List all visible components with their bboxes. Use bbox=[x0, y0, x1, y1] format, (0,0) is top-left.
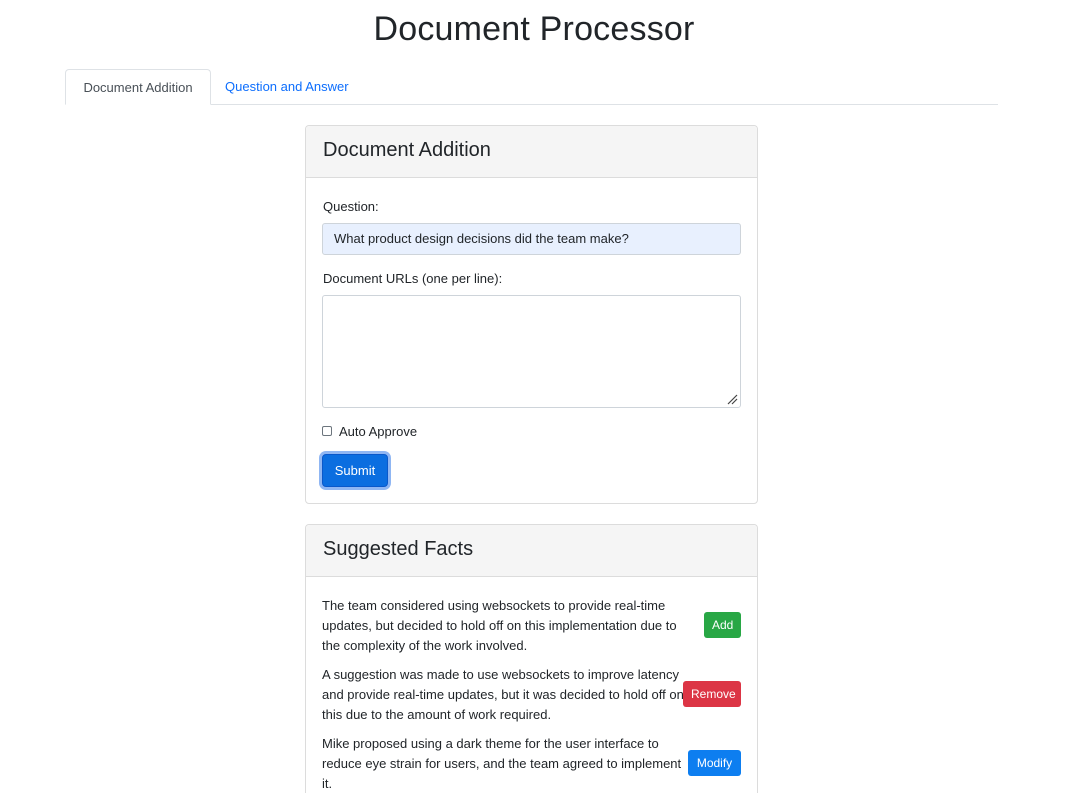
remove-fact-button[interactable]: Remove bbox=[683, 681, 741, 707]
tab-question-and-answer[interactable]: Question and Answer bbox=[225, 69, 349, 104]
fact-text: The team considered using websockets to … bbox=[322, 598, 677, 653]
auto-approve-checkbox[interactable] bbox=[322, 426, 332, 436]
auto-approve-row: Auto Approve bbox=[322, 423, 417, 439]
page: Document Processor Document Addition Que… bbox=[0, 0, 1068, 793]
question-label: Question: bbox=[323, 199, 379, 214]
tab-bar: Document Addition Question and Answer bbox=[65, 69, 998, 105]
auto-approve-label[interactable]: Auto Approve bbox=[339, 424, 417, 439]
suggested-facts-header: Suggested Facts bbox=[306, 525, 757, 577]
tab-document-addition[interactable]: Document Addition bbox=[65, 69, 211, 105]
modify-fact-button[interactable]: Modify bbox=[688, 750, 741, 776]
submit-button[interactable]: Submit bbox=[322, 454, 388, 487]
fact-text: A suggestion was made to use websockets … bbox=[322, 667, 684, 722]
fact-text: Mike proposed using a dark theme for the… bbox=[322, 736, 682, 791]
document-urls-label: Document URLs (one per line): bbox=[323, 271, 503, 286]
page-title: Document Processor bbox=[373, 10, 695, 48]
resize-handle-icon[interactable] bbox=[726, 393, 738, 405]
document-urls-textarea[interactable] bbox=[322, 295, 741, 408]
suggested-facts-card: Suggested Facts The team considered usin… bbox=[305, 524, 758, 793]
document-addition-header: Document Addition bbox=[306, 126, 757, 178]
add-fact-button[interactable]: Add bbox=[704, 612, 741, 638]
question-input[interactable]: What product design decisions did the te… bbox=[322, 223, 741, 255]
document-addition-card: Document Addition Question: What product… bbox=[305, 125, 758, 504]
